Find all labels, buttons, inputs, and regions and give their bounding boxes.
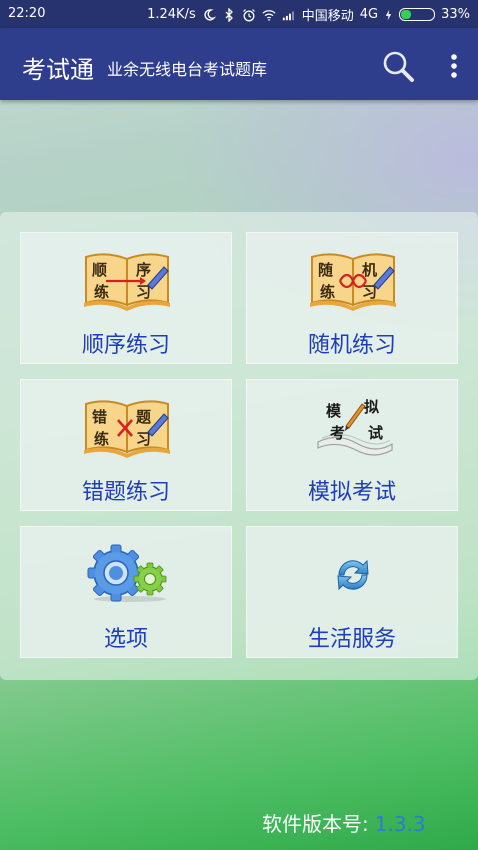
wifi-icon [262, 9, 276, 21]
moon-icon [204, 8, 216, 21]
carrier-name: 中国移动 [301, 9, 354, 24]
app-bar: 考试通 业余无线电台考试题库 [0, 28, 478, 100]
book-char: 练 [94, 283, 109, 301]
life-services-tile[interactable]: 生活服务 [246, 526, 458, 658]
tile-label: 模拟考试 [307, 480, 396, 505]
battery-percent: 33% [441, 7, 470, 22]
book-char: 随 [318, 261, 333, 279]
sequential-practice-tile[interactable]: 顺 序 练 习 顺序练习 [20, 232, 232, 364]
battery-icon [399, 8, 436, 21]
app-subtitle: 业余无线电台考试题库 [107, 60, 268, 79]
tile-label: 随机练习 [307, 333, 396, 358]
tile-label: 选项 [103, 627, 148, 652]
refresh-icon [337, 559, 369, 591]
signal-icon [282, 11, 294, 20]
charging-icon [385, 9, 392, 20]
book-char: 顺 [92, 261, 107, 279]
network-type: 4G [359, 7, 379, 22]
tile-label: 顺序练习 [81, 333, 170, 358]
alarm-icon [242, 8, 255, 21]
book-char: 练 [94, 430, 109, 448]
app-title: 考试通 [22, 56, 94, 84]
status-indicators: 1.24K/s 中国移动 4G 33% [147, 5, 470, 24]
menu-panel: 顺 序 练 习 顺序练习 随 机 练 习 随机练习 错 题 练 习 错题练习 模… [0, 212, 478, 680]
scroll-char: 拟 [364, 398, 379, 416]
version-info: 软件版本号: 1.3.3 [262, 808, 426, 837]
book-char: 练 [320, 283, 335, 301]
scroll-char: 试 [368, 424, 383, 442]
status-time: 22:20 [8, 6, 46, 21]
network-speed: 1.24K/s [147, 7, 196, 22]
version-number: 1.3.3 [374, 812, 426, 836]
version-label: 软件版本号: [262, 812, 369, 836]
tile-label: 错题练习 [81, 480, 170, 505]
book-random-icon: 随 机 练 习 [310, 253, 396, 311]
book-wrong-icon: 错 题 练 习 [84, 400, 170, 458]
scroll-char: 考 [330, 424, 345, 442]
book-char: 错 [92, 408, 107, 426]
status-bar: 22:20 1.24K/s 中国移动 4G 33% [0, 0, 478, 28]
wrong-answers-practice-tile[interactable]: 错 题 练 习 错题练习 [20, 379, 232, 511]
mock-exam-tile[interactable]: 模 拟 考 试 模拟考试 [246, 379, 458, 511]
exam-scroll-icon: 模 拟 考 试 [317, 398, 393, 456]
book-char: 序 [136, 261, 151, 279]
book-sequential-icon: 顺 序 练 习 [84, 253, 170, 311]
gears-icon [87, 544, 167, 602]
search-icon[interactable] [380, 48, 416, 84]
random-practice-tile[interactable]: 随 机 练 习 随机练习 [246, 232, 458, 364]
book-char: 题 [136, 408, 152, 426]
tile-label: 生活服务 [307, 627, 396, 652]
book-char: 机 [362, 261, 377, 279]
options-tile[interactable]: 选项 [20, 526, 232, 658]
scroll-char: 模 [326, 402, 342, 420]
bluetooth-icon [225, 7, 233, 22]
more-options-icon[interactable] [440, 48, 468, 84]
battery-level-fill [401, 10, 412, 19]
